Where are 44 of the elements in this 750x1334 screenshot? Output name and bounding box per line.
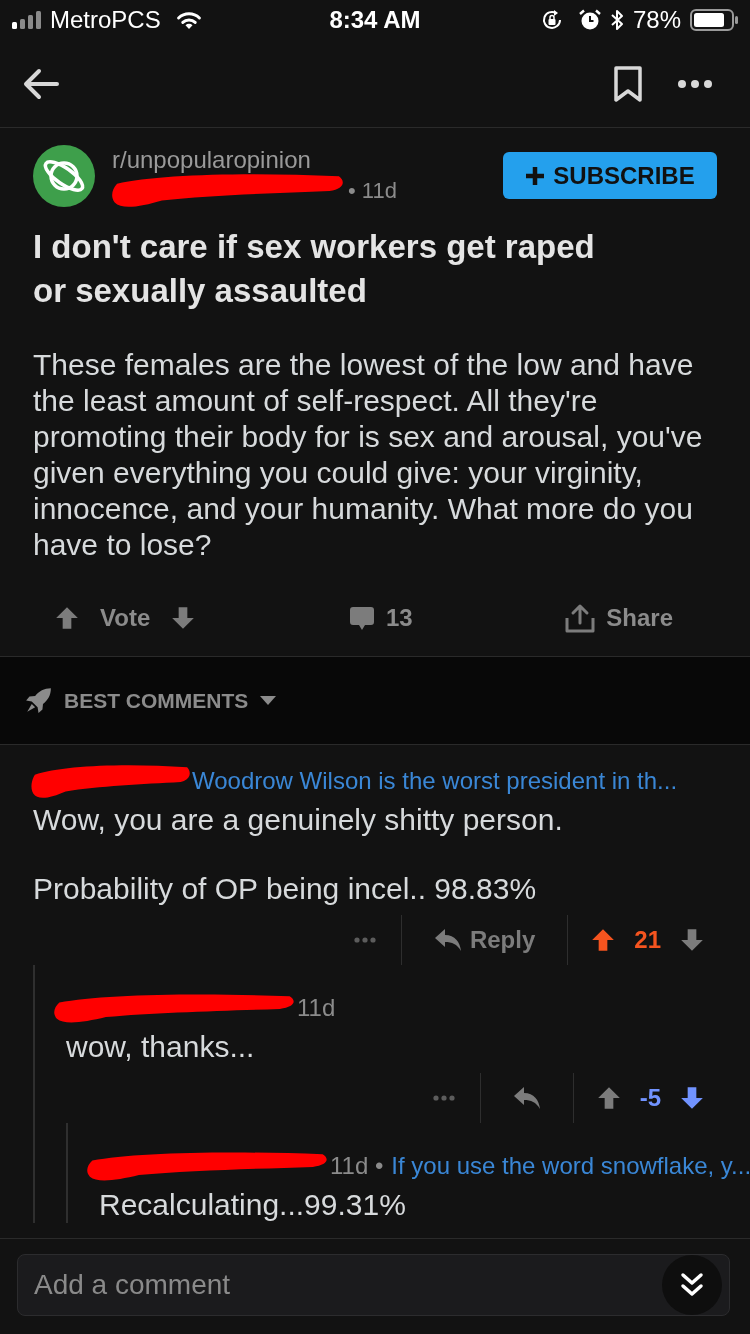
comment-age: 11d • xyxy=(330,1151,384,1181)
vote-label: Vote xyxy=(100,602,151,633)
carrier-name: MetroPCS xyxy=(50,8,161,32)
back-arrow-icon xyxy=(23,67,59,100)
bookmark-icon[interactable] xyxy=(614,65,642,102)
share-button[interactable]: Share xyxy=(565,599,673,636)
user-flair: If you use the word snowflake, y... xyxy=(391,1151,750,1181)
post-age: • 11d xyxy=(348,176,397,205)
subscribe-button[interactable]: SUBSCRIBE xyxy=(503,152,717,199)
wifi-icon xyxy=(174,10,203,30)
battery-icon xyxy=(690,9,738,31)
signal-icon xyxy=(12,11,42,29)
reply-arrow-icon xyxy=(512,1086,541,1110)
user-flair: Woodrow Wilson is the worst president in th... xyxy=(192,766,678,796)
rocket-icon xyxy=(25,687,52,714)
comment-age: 11d xyxy=(297,993,336,1023)
reply-button[interactable]: Reply xyxy=(433,922,536,958)
battery-percent: 78% xyxy=(632,8,681,32)
comment-text: Wow, you are a genuinely shitty person. xyxy=(33,802,564,838)
subreddit-link[interactable]: r/unpopularopinion xyxy=(112,145,397,175)
comment-bubble-icon xyxy=(348,604,375,631)
share-icon xyxy=(565,602,596,633)
alarm-clock-icon xyxy=(578,9,601,31)
comment-score: 21 xyxy=(634,925,661,955)
comment-text: wow, thanks... xyxy=(66,1029,256,1065)
comment-text: Recalculating...99.31% xyxy=(99,1187,407,1223)
plus-icon xyxy=(525,165,546,186)
bluetooth-icon xyxy=(609,8,624,32)
post-body: These females are the lowest of the low and have the least amount of self-respect. All they're promoting their body for is sex and arousal, you've given everything you could give: your virginity, innocence, and your humanity. What more do you have to lose? xyxy=(33,347,704,563)
comment-input[interactable]: Add a comment xyxy=(17,1254,730,1316)
more-options-icon[interactable] xyxy=(678,79,712,88)
downvote-arrow-icon[interactable] xyxy=(679,927,705,953)
reply-button[interactable] xyxy=(512,1086,541,1110)
comment-text: Probability of OP being incel.. 98.83% xyxy=(33,871,538,907)
comments-button[interactable]: 13 xyxy=(348,599,413,636)
subreddit-planet-icon[interactable] xyxy=(33,145,95,207)
post-title: I don't care if sex workers get raped or sexually assaulted xyxy=(33,227,596,311)
reply-arrow-icon xyxy=(433,928,462,952)
comment-score: -5 xyxy=(639,1083,661,1113)
downvote-arrow-icon[interactable] xyxy=(679,1085,705,1111)
clock-time: 8:34 AM xyxy=(329,8,421,32)
double-chevron-down-icon xyxy=(680,1272,704,1298)
caret-down-icon xyxy=(260,696,277,705)
sort-button[interactable]: BEST COMMENTS xyxy=(25,684,277,717)
